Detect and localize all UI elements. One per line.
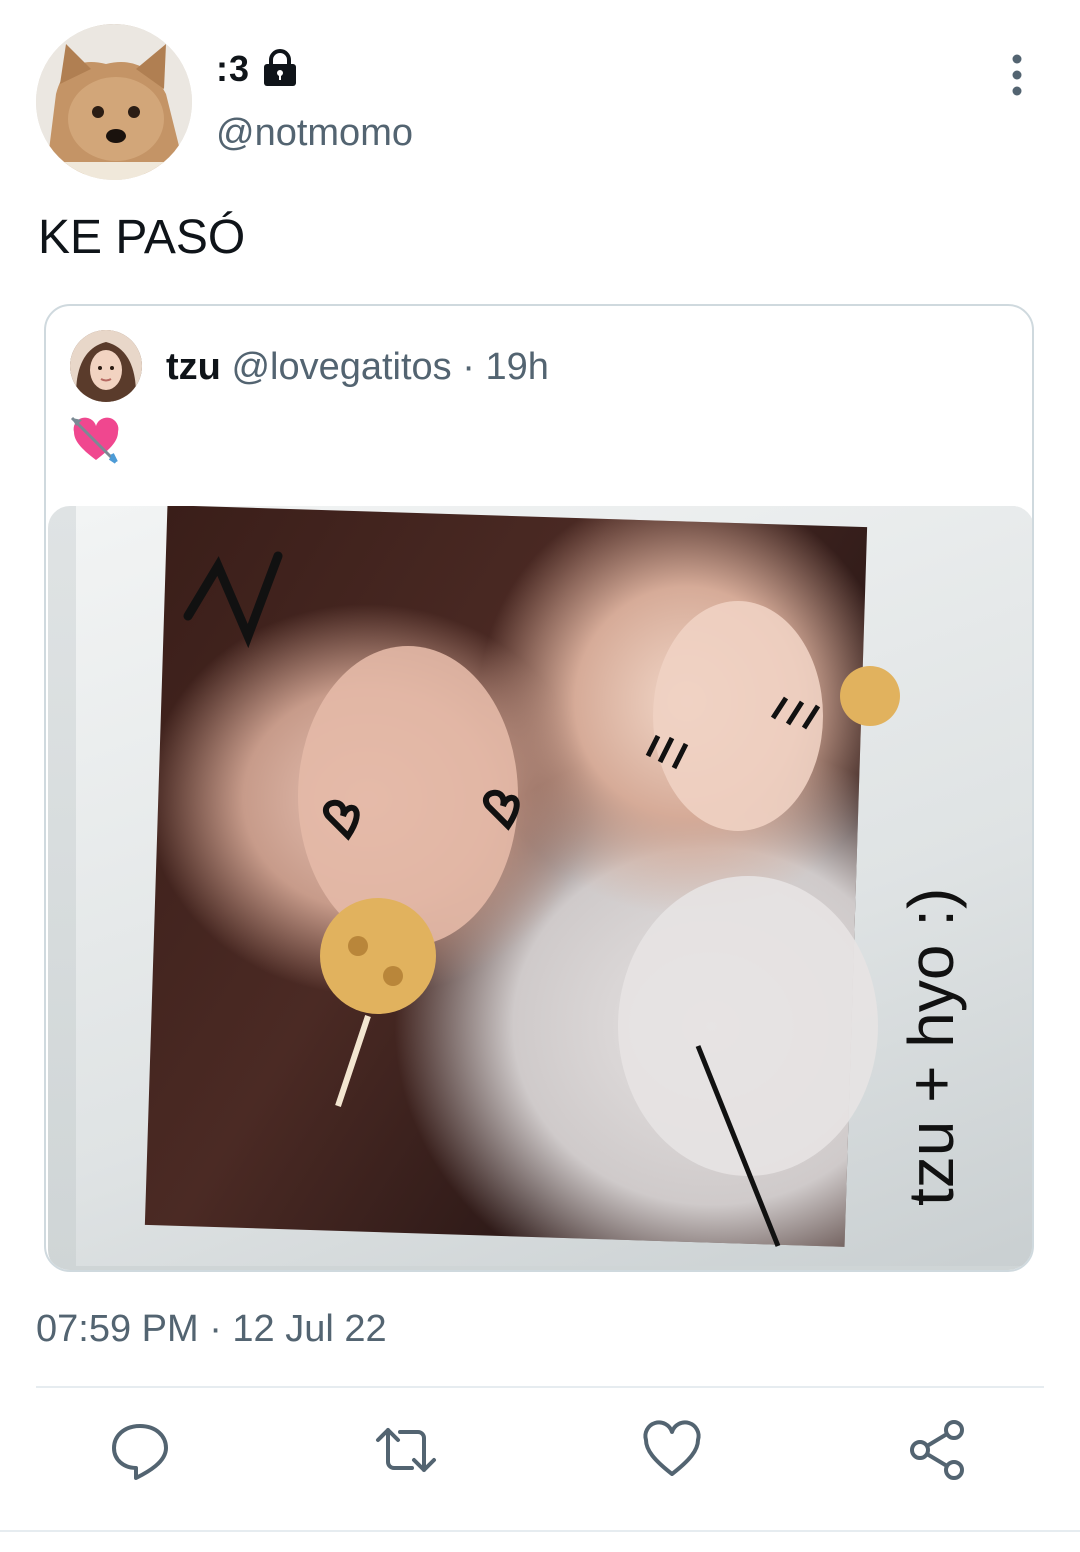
quoted-tweet-time: · 19h [462, 346, 549, 388]
action-bar [0, 1418, 1080, 1502]
quoted-author-handle[interactable]: @lovegatitos [231, 346, 451, 388]
quoted-photo[interactable]: tzu + hyo :) [48, 506, 1032, 1270]
lock-icon [264, 49, 297, 86]
more-vertical-icon[interactable] [1000, 52, 1034, 98]
profile-avatar-icon [70, 330, 142, 402]
author-display-name[interactable]: :3 [216, 48, 300, 90]
quoted-tweet-header: tzu @lovegatitos · 19h [166, 346, 549, 389]
heart-with-arrow-icon [70, 416, 119, 464]
quoted-author-name[interactable]: tzu [166, 346, 221, 388]
bottom-divider [0, 1530, 1080, 1532]
reply-icon[interactable] [108, 1418, 172, 1482]
tweet-text: KE PASÓ [38, 211, 246, 264]
share-icon[interactable] [906, 1418, 970, 1482]
retweet-icon[interactable] [374, 1418, 438, 1482]
display-name-text: :3 [216, 48, 251, 89]
author-handle[interactable]: @notmomo [216, 112, 413, 155]
photo-handwriting: tzu + hyo :) [895, 888, 967, 1206]
heart-icon[interactable] [640, 1418, 704, 1482]
quoted-tweet-card[interactable]: tzu @lovegatitos · 19h tzu + hyo:) [44, 304, 1034, 1272]
quoted-author-avatar[interactable] [70, 330, 142, 402]
photo-doodles: tzu + hyo :) [183, 551, 967, 1247]
author-avatar[interactable] [36, 24, 192, 180]
dog-avatar-icon [36, 24, 192, 180]
divider [36, 1386, 1044, 1388]
tweet-timestamp[interactable]: 07:59 PM · 12 Jul 22 [36, 1308, 387, 1351]
